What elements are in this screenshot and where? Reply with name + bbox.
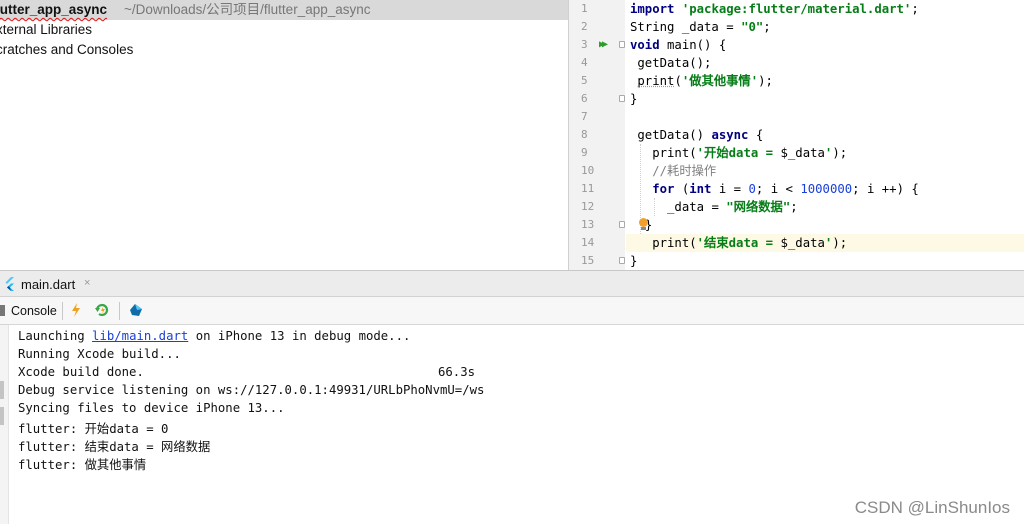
code-line-9: print('开始data = $_data'); <box>652 146 848 160</box>
code-line-1: import 'package:flutter/material.dart'; <box>630 2 919 16</box>
code-line-6: } <box>630 92 638 106</box>
fold-marker-icon[interactable] <box>619 257 625 264</box>
line-number: 14 <box>581 236 595 249</box>
gutter-marker <box>0 407 4 425</box>
line-number: 8 <box>581 128 588 141</box>
line-number: 11 <box>581 182 595 195</box>
line-number: 2 <box>581 20 588 33</box>
toolbar-divider <box>119 302 120 320</box>
code-editor[interactable]: 1 2 3 ▶▶ 4 5 6 7 8 9 10 11 12 13 14 15 i… <box>568 0 1024 270</box>
code-line-14: print('结束data = $_data'); <box>652 236 848 250</box>
fold-marker-icon[interactable] <box>619 95 625 102</box>
line-number: 6 <box>581 92 588 105</box>
code-line-13: } <box>644 218 653 232</box>
project-name: lutter_app_async <box>0 2 108 17</box>
console-gutter <box>0 325 9 524</box>
console-line: Running Xcode build... <box>18 347 181 361</box>
gutter-marker <box>0 381 4 399</box>
fold-marker-icon[interactable] <box>619 41 625 48</box>
console-line: Syncing files to device iPhone 13... <box>18 401 285 415</box>
build-time: 66.3s <box>438 365 476 379</box>
code-line-8: getData() async { <box>630 128 764 142</box>
watermark: CSDN @LinShunIos <box>854 498 1010 517</box>
dart-devtools-icon[interactable] <box>127 301 145 319</box>
console-line: Debug service listening on ws://127.0.0.… <box>18 383 485 397</box>
project-tree-panel: lutter_app_async ~/Downloads/公司项目/flutte… <box>0 0 568 270</box>
line-number: 5 <box>581 74 588 87</box>
line-number: 12 <box>581 200 595 213</box>
code-line-3: void main() { <box>630 38 727 52</box>
console-line: Launching lib/main.dart on iPhone 13 in … <box>18 329 411 343</box>
code-line-11: for (int i = 0; i < 1000000; i ++) { <box>652 182 919 196</box>
console-line: flutter: 结束data = 网络数据 <box>18 440 211 454</box>
line-number: 7 <box>581 110 588 123</box>
console-line: flutter: 做其他事情 <box>18 458 147 472</box>
tree-item-label: xternal Libraries <box>0 22 93 37</box>
line-number: 13 <box>581 218 595 231</box>
flutter-icon <box>5 277 14 291</box>
code-line-12: _data = "网络数据"; <box>667 200 798 214</box>
tree-item-label: cratches and Consoles <box>0 42 134 57</box>
code-line-5: print('做其他事情'); <box>637 74 773 88</box>
panel-edge-marker <box>0 305 5 316</box>
hot-reload-icon[interactable] <box>67 301 85 319</box>
console-line: flutter: 开始data = 0 <box>18 422 169 436</box>
line-number: 4 <box>581 56 588 69</box>
console-tab[interactable]: Console <box>11 304 57 318</box>
code-line-4: getData(); <box>630 56 712 70</box>
run-gutter-icon[interactable]: ▶▶ <box>599 36 608 54</box>
line-number: 15 <box>581 254 595 267</box>
code-line-2: String _data = "0"; <box>630 20 771 34</box>
code-line-15: } <box>630 254 638 268</box>
console-line: Xcode build done. <box>18 365 144 379</box>
line-number: 1 <box>581 2 588 15</box>
project-path: ~/Downloads/公司项目/flutter_app_async <box>124 2 371 17</box>
line-number: 9 <box>581 146 588 159</box>
lightbulb-icon[interactable] <box>639 218 648 230</box>
close-icon[interactable]: × <box>84 277 90 289</box>
console-output[interactable]: Launching lib/main.dart on iPhone 13 in … <box>0 325 1024 524</box>
hot-restart-icon[interactable] <box>93 301 111 319</box>
run-tab-main-dart[interactable]: main.dart <box>21 277 75 292</box>
fold-marker-icon[interactable] <box>619 221 625 228</box>
main-dart-link[interactable]: lib/main.dart <box>92 329 188 343</box>
tree-item-project-root[interactable]: lutter_app_async ~/Downloads/公司项目/flutte… <box>0 0 568 20</box>
line-number: 10 <box>581 164 595 177</box>
code-line-10: //耗时操作 <box>652 164 717 178</box>
line-number: 3 <box>581 38 588 51</box>
console-toolbar: Console <box>0 297 1024 325</box>
run-tab-bar: main.dart × <box>0 270 1024 297</box>
line-gutter: 1 2 3 ▶▶ 4 5 6 7 8 9 10 11 12 13 14 15 <box>569 0 625 270</box>
toolbar-divider <box>62 302 63 320</box>
